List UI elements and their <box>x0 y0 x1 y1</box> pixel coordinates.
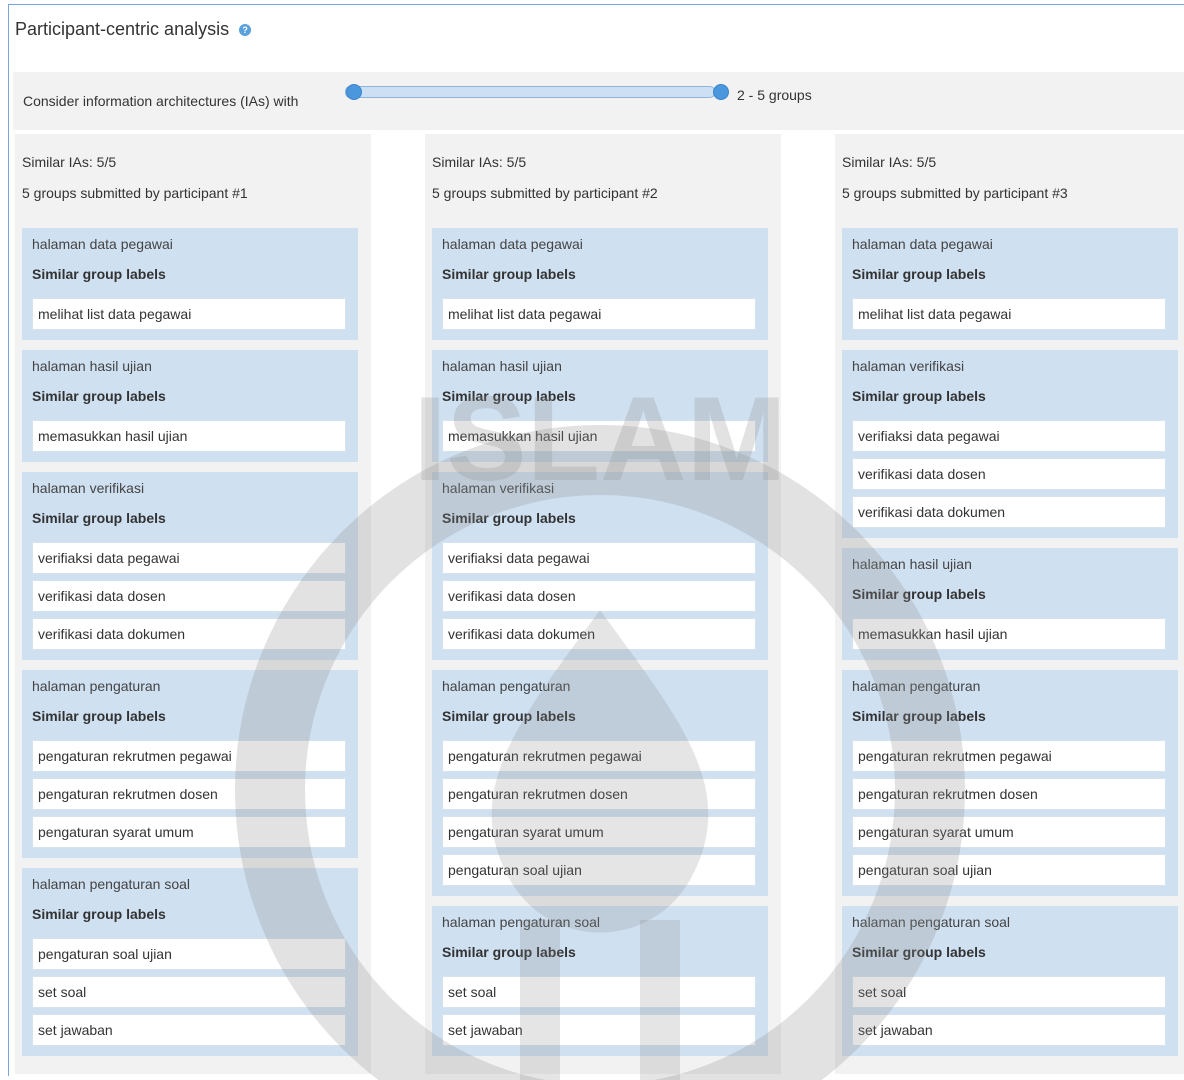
similar-group-labels-heading: Similar group labels <box>852 266 986 282</box>
card-label-item[interactable]: set jawaban <box>442 1014 756 1046</box>
group-range-slider[interactable] <box>345 86 715 98</box>
slider-value: 2 - 5 groups <box>737 87 812 103</box>
group-title: halaman data pegawai <box>442 236 583 252</box>
card-label-item[interactable]: verifikasi data dosen <box>852 458 1166 490</box>
similar-group-labels-heading: Similar group labels <box>32 708 166 724</box>
group-title: halaman pengaturan soal <box>32 876 191 892</box>
card-label-item[interactable]: pengaturan rekrutmen dosen <box>442 778 756 810</box>
card-label-item[interactable]: verifikasi data dokumen <box>442 618 756 650</box>
card-label-item[interactable]: verifiaksi data pegawai <box>852 420 1166 452</box>
group-card[interactable]: halaman verifikasi Similar group labels ve… <box>842 350 1178 538</box>
card-label-item[interactable]: pengaturan rekrutmen pegawai <box>32 740 346 772</box>
similar-group-labels-heading: Similar group labels <box>442 944 576 960</box>
similar-ias-count: Similar IAs: 5/5 <box>432 154 527 170</box>
group-title: halaman pengaturan <box>442 678 571 694</box>
similar-group-labels-heading: Similar group labels <box>852 944 986 960</box>
participant-column-1: Similar IAs: 5/5 5 groups submitted by pa… <box>15 134 371 1074</box>
similar-group-labels-heading: Similar group labels <box>442 388 576 404</box>
group-title: halaman pengaturan <box>32 678 161 694</box>
group-card[interactable]: halaman pengaturan Similar group labels pe… <box>432 670 768 896</box>
card-label-item[interactable]: memasukkan hasil ujian <box>442 420 756 452</box>
card-label-item[interactable]: pengaturan rekrutmen dosen <box>32 778 346 810</box>
group-title: halaman data pegawai <box>852 236 993 252</box>
similar-group-labels-heading: Similar group labels <box>852 708 986 724</box>
card-label-item[interactable]: verifiaksi data pegawai <box>442 542 756 574</box>
similar-group-labels-heading: Similar group labels <box>32 266 166 282</box>
group-title: halaman data pegawai <box>32 236 173 252</box>
page-title: Participant-centric analysis <box>15 19 230 39</box>
participant-submission: 5 groups submitted by participant #3 <box>842 185 1068 201</box>
slider-max-handle[interactable] <box>713 84 729 100</box>
group-title: halaman pengaturan soal <box>852 914 1011 930</box>
group-title: halaman hasil ujian <box>442 358 562 374</box>
similar-group-labels-heading: Similar group labels <box>442 510 576 526</box>
page-header: Participant-centric analysis ? <box>15 19 252 40</box>
card-label-item[interactable]: verifikasi data dokumen <box>32 618 346 650</box>
group-card[interactable]: halaman pengaturan soal Similar group lab… <box>22 868 358 1056</box>
filter-bar: Consider information architectures (IAs)… <box>13 72 1184 130</box>
card-label-item[interactable]: pengaturan syarat umum <box>32 816 346 848</box>
group-card[interactable]: halaman data pegawai Similar group labels… <box>842 228 1178 340</box>
card-label-item[interactable]: memasukkan hasil ujian <box>32 420 346 452</box>
group-title: halaman hasil ujian <box>852 556 972 572</box>
card-label-item[interactable]: verifikasi data dokumen <box>852 496 1166 528</box>
card-label-item[interactable]: memasukkan hasil ujian <box>852 618 1166 650</box>
similar-group-labels-heading: Similar group labels <box>32 388 166 404</box>
card-label-item[interactable]: set jawaban <box>852 1014 1166 1046</box>
similar-group-labels-heading: Similar group labels <box>442 266 576 282</box>
group-title: halaman pengaturan soal <box>442 914 601 930</box>
similar-ias-count: Similar IAs: 5/5 <box>842 154 937 170</box>
card-label-item[interactable]: verifikasi data dosen <box>32 580 346 612</box>
similar-group-labels-heading: Similar group labels <box>32 906 166 922</box>
group-card[interactable]: halaman hasil ujian Similar group labels m… <box>432 350 768 462</box>
card-label-item[interactable]: set soal <box>442 976 756 1008</box>
group-title: halaman pengaturan <box>852 678 981 694</box>
similar-group-labels-heading: Similar group labels <box>442 708 576 724</box>
card-label-item[interactable]: pengaturan soal ujian <box>32 938 346 970</box>
similar-group-labels-heading: Similar group labels <box>852 388 986 404</box>
group-title: halaman hasil ujian <box>32 358 152 374</box>
card-label-item[interactable]: pengaturan rekrutmen pegawai <box>852 740 1166 772</box>
participant-column-3: Similar IAs: 5/5 5 groups submitted by pa… <box>835 134 1184 1074</box>
similar-group-labels-heading: Similar group labels <box>852 586 986 602</box>
group-card[interactable]: halaman pengaturan Similar group labels pe… <box>22 670 358 858</box>
group-card[interactable]: halaman hasil ujian Similar group labels m… <box>842 548 1178 660</box>
card-label-item[interactable]: verifiaksi data pegawai <box>32 542 346 574</box>
card-label-item[interactable]: set soal <box>32 976 346 1008</box>
group-card[interactable]: halaman pengaturan Similar group labels pe… <box>842 670 1178 896</box>
card-label-item[interactable]: verifikasi data dosen <box>442 580 756 612</box>
card-label-item[interactable]: pengaturan rekrutmen dosen <box>852 778 1166 810</box>
group-card[interactable]: halaman data pegawai Similar group labels… <box>432 228 768 340</box>
card-label-item[interactable]: pengaturan rekrutmen pegawai <box>442 740 756 772</box>
help-icon[interactable]: ? <box>239 23 252 36</box>
similar-group-labels-heading: Similar group labels <box>32 510 166 526</box>
filter-label: Consider information architectures (IAs)… <box>23 93 299 109</box>
card-label-item[interactable]: pengaturan syarat umum <box>442 816 756 848</box>
group-card[interactable]: halaman pengaturan soal Similar group lab… <box>432 906 768 1056</box>
card-label-item[interactable]: pengaturan soal ujian <box>852 854 1166 886</box>
group-card[interactable]: halaman pengaturan soal Similar group lab… <box>842 906 1178 1056</box>
group-card[interactable]: halaman verifikasi Similar group labels ve… <box>22 472 358 660</box>
card-label-item[interactable]: set jawaban <box>32 1014 346 1046</box>
group-card[interactable]: halaman verifikasi Similar group labels ve… <box>432 472 768 660</box>
participant-submission: 5 groups submitted by participant #2 <box>432 185 658 201</box>
card-label-item[interactable]: melihat list data pegawai <box>32 298 346 330</box>
card-label-item[interactable]: set soal <box>852 976 1166 1008</box>
group-card[interactable]: halaman data pegawai Similar group labels… <box>22 228 358 340</box>
participant-column-2: Similar IAs: 5/5 5 groups submitted by pa… <box>425 134 781 1074</box>
group-title: halaman verifikasi <box>442 480 555 496</box>
slider-min-handle[interactable] <box>346 84 362 100</box>
card-label-item[interactable]: pengaturan syarat umum <box>852 816 1166 848</box>
card-label-item[interactable]: melihat list data pegawai <box>442 298 756 330</box>
similar-ias-count: Similar IAs: 5/5 <box>22 154 117 170</box>
card-label-item[interactable]: pengaturan soal ujian <box>442 854 756 886</box>
group-title: halaman verifikasi <box>852 358 965 374</box>
group-card[interactable]: halaman hasil ujian Similar group labels m… <box>22 350 358 462</box>
participant-submission: 5 groups submitted by participant #1 <box>22 185 248 201</box>
group-title: halaman verifikasi <box>32 480 145 496</box>
card-label-item[interactable]: melihat list data pegawai <box>852 298 1166 330</box>
